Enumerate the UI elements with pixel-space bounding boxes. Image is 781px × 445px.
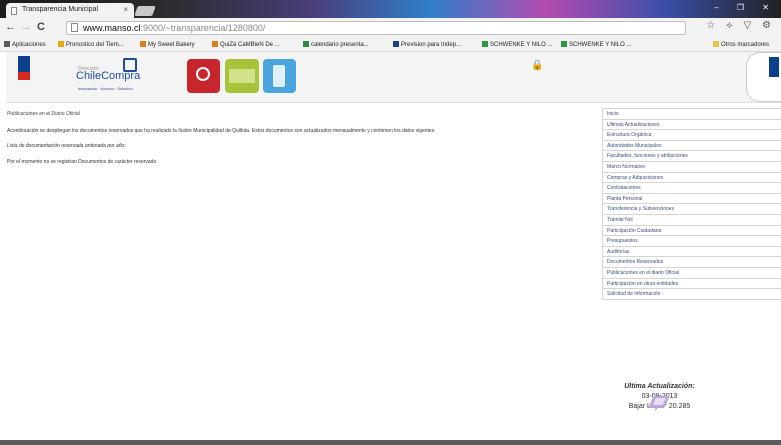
browser-titlebar: Transparencia Municipal × – ❐ ✕ — [0, 0, 781, 18]
tab-close-icon[interactable]: × — [123, 5, 128, 14]
sidebar-menu-item[interactable]: Solicitud de Información — [602, 289, 781, 300]
sidebar-menu-item[interactable]: Autoridades Municipales — [602, 140, 781, 152]
sidebar-menu-item[interactable]: Compras y Adquisiciones — [602, 172, 781, 184]
green-service-button[interactable] — [225, 59, 259, 93]
bookmark-icon — [4, 41, 10, 47]
browser-toolbar: ← → C www.manso.cl:9000/~transparencia/1… — [0, 18, 781, 39]
last-update-label: Ultima Actualización: — [624, 383, 695, 390]
bookmark-icon — [58, 41, 64, 47]
sidebar-menu-item[interactable]: Ultimas Actualizaciones — [602, 119, 781, 131]
intro-text: Acontinuación se despliegan los document… — [7, 128, 436, 134]
bookmark-item[interactable]: Prevision para Indep... — [393, 41, 461, 48]
government-logo — [769, 57, 779, 77]
bookmarks-bar: Aplicaciones Pronostico del Tiem... My Swe… — [0, 39, 781, 52]
forward-arrow-icon[interactable]: → — [20, 21, 31, 33]
bookmark-label: calendario presenta... — [311, 42, 369, 48]
page-title: Publicaciones en el Diario Oficial — [7, 111, 80, 117]
bookmark-item[interactable]: Pronostico del Tiem... — [58, 41, 124, 48]
sidebar-menu-item[interactable]: Documentos Reservados — [602, 257, 781, 268]
bookmark-item[interactable]: Aplicaciones — [4, 41, 46, 48]
browser-tab[interactable]: Transparencia Municipal × — [6, 3, 134, 18]
tab-title: Transparencia Municipal — [22, 6, 98, 13]
bookmark-item[interactable]: QuiZá CaMBieN De ... — [212, 41, 280, 48]
sidebar-menu-item[interactable]: Facultades, funciones y atribuciones — [602, 151, 781, 162]
bookmark-label: Aplicaciones — [12, 42, 46, 48]
sidebar-menu-item[interactable]: Estructura Orgánica — [602, 130, 781, 141]
sidebar-menu-item[interactable]: Auditorías — [602, 246, 781, 258]
sidebar-menu-item[interactable]: Presupuestos — [602, 236, 781, 247]
sidebar-menu-item[interactable]: Participación en otras entidades — [602, 278, 781, 290]
bookmark-label: Prevision para Indep... — [401, 42, 462, 48]
blue-service-button[interactable] — [263, 59, 296, 93]
bookmark-label: Pronostico del Tiem... — [66, 42, 124, 48]
government-logo — [18, 56, 30, 80]
sidebar-menu-item[interactable]: Transferencia y Subvenciones — [602, 204, 781, 215]
url-path: :9000/~transparencia/1280800/ — [140, 23, 266, 33]
window-controls[interactable]: – ❐ ✕ — [714, 3, 777, 12]
sidebar-menu-item[interactable]: Planta Personal — [602, 193, 781, 205]
bookmark-icon — [713, 41, 719, 47]
bookmark-icon — [140, 41, 146, 47]
lock-icon: 🔒 — [531, 60, 544, 71]
bookmark-item[interactable]: calendario presenta... — [303, 41, 369, 48]
url-host: www.manso.cl — [83, 23, 141, 33]
bookmark-icon — [561, 41, 567, 47]
red-service-button[interactable] — [187, 59, 220, 93]
bookmark-label: SCHWENKE Y NILO ... — [569, 42, 632, 48]
bookmark-icon — [393, 41, 399, 47]
bookmark-item[interactable]: SCHWENKE Y NILO ... — [482, 41, 552, 48]
bookmark-icon — [482, 41, 488, 47]
bookmark-icon — [303, 41, 309, 47]
bookmark-label: QuiZá CaMBieN De ... — [220, 42, 280, 48]
bookmark-label: SCHWENKE Y NILO ... — [490, 42, 553, 48]
sidebar-menu-item[interactable]: Participación Ciudadana — [602, 225, 781, 237]
reload-icon[interactable]: C — [37, 21, 45, 33]
bookmark-label: My Sweet Bakery — [148, 42, 195, 48]
page-icon — [71, 23, 78, 32]
sidebar-menu: Inicio Ultimas Actualizaciones Estructura … — [602, 108, 781, 300]
new-tab-button[interactable] — [134, 6, 156, 16]
sidebar-menu-item[interactable]: Contrataciones — [602, 183, 781, 194]
bookmark-item[interactable]: Otros marcadores — [713, 41, 769, 48]
no-documents-text: Por el momento no se registran Documento… — [7, 159, 158, 165]
site-header: Dirección ChileCompra Innovación · Acces… — [6, 52, 781, 103]
list-title: Lista de documentación reservada ordenad… — [7, 143, 126, 149]
sidebar-menu-item[interactable]: Marco Normativo — [602, 161, 781, 173]
right-header-logo — [746, 52, 781, 102]
back-arrow-icon[interactable]: ← — [5, 21, 16, 33]
sidebar-menu-item[interactable]: Trámite Nol — [602, 214, 781, 226]
sidebar-menu-item[interactable]: Inicio — [602, 109, 781, 120]
url-text: www.manso.cl:9000/~transparencia/1280800… — [83, 23, 265, 33]
bookmark-icon — [212, 41, 218, 47]
page-icon — [11, 7, 17, 15]
sidebar-menu-item[interactable]: Publicaciones en el diario Oficial — [602, 267, 781, 279]
bookmark-label: Otros marcadores — [721, 42, 770, 48]
bookmark-item[interactable]: My Sweet Bakery — [140, 41, 195, 48]
bookmark-item[interactable]: SCHWENKE Y NILO ... — [561, 41, 631, 48]
toolbar-extension-icons[interactable]: ☆ ⟡ ▽ ⚙ — [706, 20, 775, 31]
chilecompra-tagline: Innovación · Acceso · Solución — [78, 86, 133, 91]
bottom-bar — [0, 440, 781, 445]
chilecompra-logo[interactable]: ChileCompra — [76, 70, 140, 82]
address-bar[interactable]: www.manso.cl:9000/~transparencia/1280800… — [66, 21, 686, 35]
